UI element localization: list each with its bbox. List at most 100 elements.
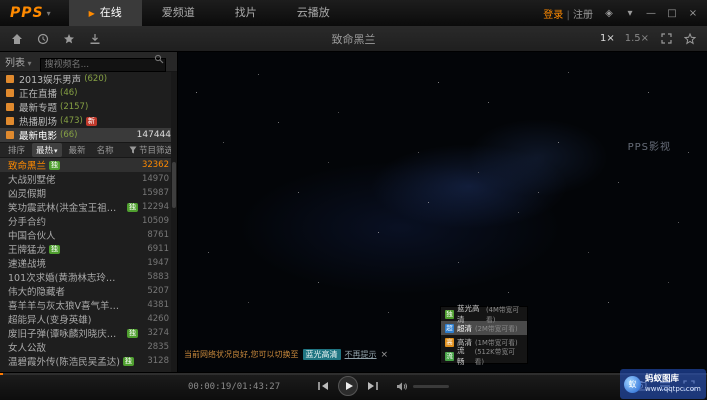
- filter-tab[interactable]: 最热: [32, 143, 62, 157]
- movie-list-item[interactable]: 喜羊羊与灰太狼V喜气羊羊过蛇年4381: [0, 298, 177, 312]
- logo-caret-icon[interactable]: ▾: [47, 9, 51, 18]
- movie-name: 101次求婚(黄渤林志玲秦海璐): [8, 270, 124, 284]
- maximize-icon[interactable]: □: [666, 8, 678, 19]
- sidebar-category[interactable]: 热播剧场(473)新: [0, 114, 177, 128]
- movie-list: 致命黑兰独32362大战别墅佬14970凶灵假期15987笑功震武林(洪金宝王祖…: [0, 158, 177, 368]
- minimize-icon[interactable]: —: [645, 8, 657, 19]
- skin-icon[interactable]: ◈: [603, 8, 615, 19]
- movie-view-count: 8761: [147, 230, 169, 240]
- exclusive-badge: 独: [49, 161, 60, 170]
- category-label: 2013娱乐男声: [19, 72, 81, 86]
- account-links: 登录 | 注册: [543, 6, 593, 21]
- player-bar: 00:00:19/01:43:27: [0, 372, 707, 400]
- quality-option[interactable]: 超超清(2M带宽可看): [441, 321, 527, 335]
- notice-close-icon[interactable]: ×: [381, 350, 389, 360]
- quality-bandwidth-note: (2M带宽可看): [475, 323, 518, 333]
- movie-view-count: 5883: [147, 272, 169, 282]
- play-button[interactable]: [338, 376, 358, 396]
- home-icon[interactable]: [10, 32, 24, 46]
- category-total-count: 147444: [137, 130, 171, 140]
- movie-list-item[interactable]: 致命黑兰独32362: [0, 158, 177, 172]
- sidebar-category[interactable]: 2013娱乐男声(620): [0, 72, 177, 86]
- previous-button[interactable]: [318, 381, 329, 391]
- category-count: (66): [60, 130, 77, 140]
- movie-name: 超能异人(变身英雄): [8, 312, 91, 326]
- seek-bar[interactable]: [0, 373, 707, 375]
- filter-tab[interactable]: 最新: [65, 143, 90, 157]
- movie-list-item[interactable]: 温碧霞外传(陈浩民吴孟达)独3128: [0, 354, 177, 368]
- switch-quality-button[interactable]: 蓝光高清: [303, 349, 341, 360]
- login-link[interactable]: 登录: [543, 10, 563, 21]
- movie-list-item[interactable]: 笑功震武林(洪金宝王祖蓝吴君如)独12294: [0, 200, 177, 214]
- starfield: [178, 52, 179, 53]
- next-button[interactable]: [367, 381, 378, 391]
- expand-window-icon[interactable]: [659, 32, 673, 46]
- movie-list-item[interactable]: 王牌猛龙独6911: [0, 242, 177, 256]
- nav-tab-1[interactable]: 在线: [69, 0, 142, 26]
- collect-star-icon[interactable]: [683, 32, 697, 46]
- movie-list-item[interactable]: 速递战境 1947: [0, 256, 177, 270]
- scrollbar-thumb[interactable]: [172, 162, 176, 208]
- quality-badge-icon: 超: [445, 324, 454, 333]
- window-controls: ◈ ▾ — □ ×: [603, 8, 699, 19]
- speed-15x-button[interactable]: 1.5×: [625, 33, 649, 44]
- movie-list-item[interactable]: 101次求婚(黄渤林志玲秦海璐) 5883: [0, 270, 177, 284]
- register-link[interactable]: 注册: [573, 10, 593, 21]
- filter-tab[interactable]: 名称: [93, 143, 118, 157]
- movie-name: 伟大的隐藏者: [8, 284, 65, 298]
- dont-remind-link[interactable]: 不再提示: [345, 349, 377, 360]
- category-label: 正在直播: [19, 86, 57, 100]
- login-separator: |: [566, 10, 569, 21]
- movie-list-item[interactable]: 女人公敌2835: [0, 340, 177, 354]
- menu-icon[interactable]: ▾: [624, 8, 636, 19]
- movie-view-count: 4381: [147, 300, 169, 310]
- sidebar-category[interactable]: 正在直播(46): [0, 86, 177, 100]
- sidebar-category[interactable]: 最新专题(2157): [0, 100, 177, 114]
- movie-view-count: 3274: [147, 328, 169, 338]
- movie-list-item[interactable]: 大战别墅佬14970: [0, 172, 177, 186]
- movie-name: 中国合伙人: [8, 228, 56, 242]
- titlebar: PPS ▾ 在线爱频道找片云播放 登录 | 注册 ◈ ▾ — □ ×: [0, 0, 707, 26]
- download-icon[interactable]: [88, 32, 102, 46]
- quality-badge-icon: 独: [445, 310, 454, 319]
- volume-icon[interactable]: [396, 381, 408, 392]
- movie-name: 凶灵假期: [8, 186, 46, 200]
- speed-1x-button[interactable]: 1×: [600, 33, 615, 44]
- movie-view-count: 3128: [147, 356, 169, 366]
- movie-list-item[interactable]: 凶灵假期15987: [0, 186, 177, 200]
- favorite-star-icon[interactable]: [62, 32, 76, 46]
- movie-list-item[interactable]: 超能异人(变身英雄)4260: [0, 312, 177, 326]
- movie-list-item[interactable]: 伟大的隐藏者 5207: [0, 284, 177, 298]
- program-filter-button[interactable]: 节目筛选: [129, 144, 173, 156]
- app-window: PPS ▾ 在线爱频道找片云播放 登录 | 注册 ◈ ▾ — □ ×: [0, 0, 707, 400]
- quality-option[interactable]: 独蓝光高清(4M带宽可看): [441, 307, 527, 321]
- movie-name: 速递战境: [8, 256, 46, 270]
- nav-tab-2[interactable]: 爱频道: [142, 0, 215, 26]
- search-icon[interactable]: [154, 54, 164, 64]
- pps-video-watermark: PPS影视: [628, 138, 671, 153]
- movie-view-count: 5207: [147, 286, 169, 296]
- sidebar-scrollbar[interactable]: [171, 72, 177, 372]
- history-icon[interactable]: [36, 32, 50, 46]
- movie-name: 大战别墅佬: [8, 172, 56, 186]
- quality-option[interactable]: 流流畅(512K带宽可看): [441, 349, 527, 363]
- exclusive-badge: 独: [49, 245, 60, 254]
- channel-icon: [6, 75, 14, 83]
- sidebar-category[interactable]: 最新电影(66)147444: [0, 128, 177, 142]
- nav-tab-3[interactable]: 找片: [215, 0, 277, 26]
- movie-list-item[interactable]: 分手合约10509: [0, 214, 177, 228]
- filter-tab[interactable]: 排序: [4, 143, 29, 157]
- nav-tab-4[interactable]: 云播放: [277, 0, 350, 26]
- category-count: (473): [60, 116, 83, 126]
- movie-list-item[interactable]: 废旧子弹(谭咏麟刘晓庆张静初)独3274: [0, 326, 177, 340]
- category-count: (620): [84, 74, 107, 84]
- watermark-url: www.qqtpc.com: [645, 385, 701, 393]
- movie-list-item[interactable]: 中国合伙人 8761: [0, 228, 177, 242]
- list-dropdown[interactable]: 列表: [5, 54, 32, 69]
- close-icon[interactable]: ×: [687, 8, 699, 19]
- exclusive-badge: 独: [123, 357, 134, 366]
- video-player-area[interactable]: PPS影视 当前网络状况良好,您可以切换至 蓝光高清 不再提示 × 独蓝光高清(…: [178, 52, 707, 372]
- movie-view-count: 1947: [147, 258, 169, 268]
- search-input[interactable]: [40, 58, 166, 72]
- volume-slider[interactable]: [413, 385, 449, 388]
